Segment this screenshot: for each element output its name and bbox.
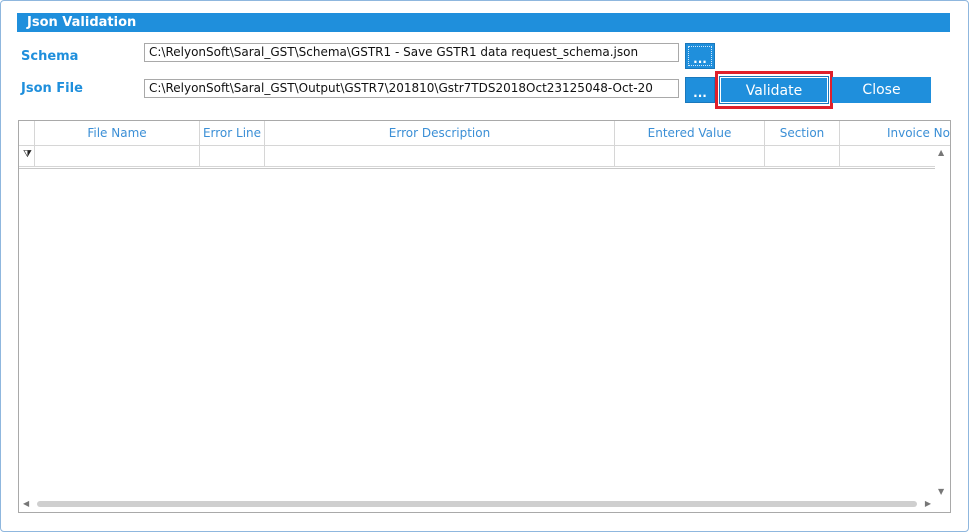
- filter-cell-error-line[interactable]: [200, 146, 265, 166]
- grid-header-row: File Name Error Line Error Description E…: [19, 121, 950, 146]
- scroll-down-arrow-icon[interactable]: ▼: [938, 487, 944, 496]
- column-header-invoice-no[interactable]: Invoice No: [840, 121, 950, 145]
- column-header-entered-value[interactable]: Entered Value: [615, 121, 765, 145]
- row-indicator-header: [19, 121, 35, 145]
- horizontal-scrollbar[interactable]: ◀ ▶: [19, 496, 935, 512]
- close-button[interactable]: Close: [832, 77, 931, 103]
- column-header-file-name[interactable]: File Name: [35, 121, 200, 145]
- json-file-path-field[interactable]: C:\RelyonSoft\Saral_GST\Output\GSTR7\201…: [144, 79, 679, 98]
- scroll-right-arrow-icon[interactable]: ▶: [925, 499, 931, 508]
- filter-cell-invoice-no[interactable]: [840, 146, 935, 166]
- grid-filter-row: ⧩: [19, 146, 950, 167]
- column-header-error-description[interactable]: Error Description: [265, 121, 615, 145]
- json-file-browse-button[interactable]: ...: [685, 77, 715, 103]
- column-header-error-line[interactable]: Error Line: [200, 121, 265, 145]
- filter-cell-file-name[interactable]: [35, 146, 200, 166]
- filter-cell-error-description[interactable]: [265, 146, 615, 166]
- column-header-section[interactable]: Section: [765, 121, 840, 145]
- scroll-left-arrow-icon[interactable]: ◀: [23, 499, 29, 508]
- filter-cell-entered-value[interactable]: [615, 146, 765, 166]
- grid-divider: [19, 168, 936, 169]
- window-title: Json Validation: [17, 13, 950, 32]
- json-validation-dialog: Json Validation Schema C:\RelyonSoft\Sar…: [0, 0, 969, 532]
- schema-label: Schema: [21, 49, 79, 64]
- filter-icon: ⧩: [23, 149, 32, 160]
- validate-button[interactable]: Validate: [719, 76, 829, 104]
- schema-path-field[interactable]: C:\RelyonSoft\Saral_GST\Schema\GSTR1 - S…: [144, 43, 679, 62]
- json-file-label: Json File: [21, 81, 83, 96]
- scroll-up-arrow-icon[interactable]: ▲: [938, 148, 944, 157]
- error-grid: File Name Error Line Error Description E…: [18, 120, 951, 513]
- filter-row-indicator: ⧩: [19, 146, 35, 166]
- filter-cell-section[interactable]: [765, 146, 840, 166]
- schema-browse-button[interactable]: ...: [685, 43, 715, 69]
- vertical-scrollbar[interactable]: ▲ ▼: [935, 146, 950, 498]
- horizontal-scroll-thumb[interactable]: [37, 501, 917, 507]
